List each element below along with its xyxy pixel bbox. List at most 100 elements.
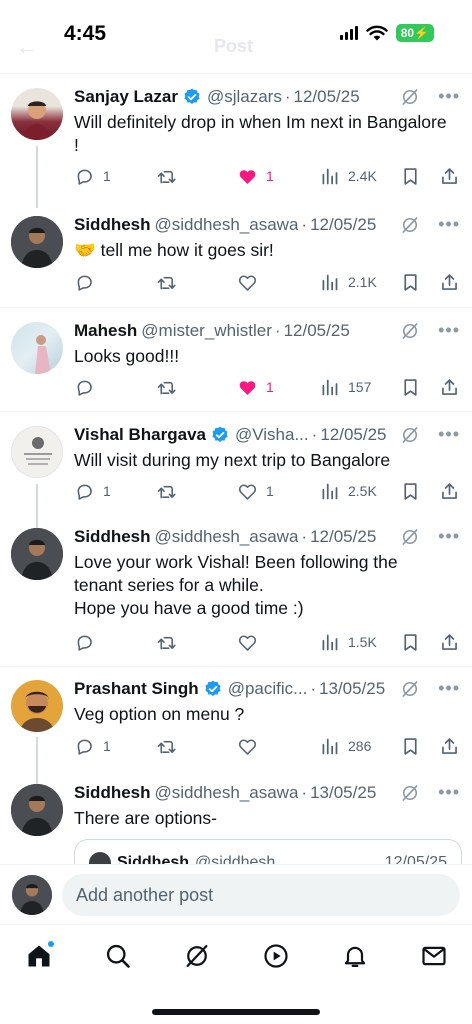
tab-notifications[interactable] [338, 939, 372, 973]
like-count: 1 [266, 483, 274, 499]
tab-search[interactable] [101, 939, 135, 973]
grok-icon[interactable] [400, 215, 420, 235]
share-button[interactable] [439, 479, 460, 503]
author-handle[interactable]: @pacific... [228, 679, 308, 699]
views-button[interactable]: 2.5K [319, 479, 377, 503]
author-handle[interactable]: @mister_whistler [141, 321, 272, 341]
author-handle[interactable]: @siddhesh_asawa [155, 527, 299, 547]
reply-button[interactable] [74, 270, 95, 294]
more-options-icon[interactable]: ••• [438, 678, 460, 699]
repost-button[interactable] [156, 630, 177, 654]
share-button[interactable] [439, 630, 460, 654]
post-prashant-singh[interactable]: Prashant Singh @pacific... · 13/05/25 ••… [0, 667, 472, 791]
avatar[interactable] [11, 426, 63, 478]
views-button[interactable]: 2.4K [319, 164, 377, 188]
author-name[interactable]: Prashant Singh [74, 679, 199, 699]
avatar[interactable] [11, 528, 63, 580]
repost-button[interactable] [156, 164, 177, 188]
reply-button[interactable] [74, 630, 95, 654]
avatar[interactable] [11, 88, 63, 140]
repost-icon [156, 272, 177, 293]
avatar[interactable] [11, 216, 63, 268]
author-handle[interactable]: @Visha... [235, 425, 309, 445]
more-options-icon[interactable]: ••• [438, 526, 460, 547]
repost-button[interactable] [156, 375, 177, 399]
add-post-input[interactable] [62, 874, 460, 916]
author-name[interactable]: Vishal Bhargava [74, 425, 206, 445]
grok-icon[interactable] [400, 527, 420, 547]
bookmark-button[interactable] [400, 734, 421, 758]
like-button[interactable] [237, 270, 258, 294]
more-options-icon[interactable]: ••• [438, 424, 460, 445]
share-button[interactable] [439, 270, 460, 294]
reply-icon [74, 166, 95, 187]
repost-button[interactable] [156, 734, 177, 758]
bookmark-button[interactable] [400, 479, 421, 503]
like-button[interactable]: 1 [237, 479, 274, 503]
grok-icon[interactable] [400, 425, 420, 445]
grok-icon[interactable] [400, 783, 420, 803]
share-button[interactable] [439, 734, 460, 758]
more-options-icon[interactable]: ••• [438, 86, 460, 107]
bookmark-button[interactable] [400, 630, 421, 654]
views-button[interactable]: 157 [319, 375, 371, 399]
author-name[interactable]: Siddhesh [74, 215, 151, 235]
video-icon [264, 944, 288, 968]
author-handle[interactable]: @siddhesh_asawa [155, 215, 299, 235]
like-button[interactable] [237, 630, 258, 654]
more-options-icon[interactable]: ••• [438, 782, 460, 803]
like-button[interactable]: 1 [237, 164, 274, 188]
back-arrow-icon[interactable]: ← [16, 34, 38, 60]
grok-icon[interactable] [400, 679, 420, 699]
quoted-post-card[interactable]: Siddhesh @siddhesh... 12/05/25 [74, 839, 462, 864]
post-mahesh[interactable]: Mahesh @mister_whistler · 12/05/25 ••• L… [0, 308, 472, 412]
notification-dot [47, 940, 55, 948]
reply-button[interactable]: 1 [74, 479, 111, 503]
status-time: 4:45 [64, 22, 107, 45]
avatar[interactable] [11, 784, 63, 836]
like-button[interactable] [237, 734, 258, 758]
avatar[interactable] [11, 322, 63, 374]
author-name[interactable]: Siddhesh [74, 527, 151, 547]
header-title: Post [214, 36, 254, 56]
author-name[interactable]: Sanjay Lazar [74, 87, 178, 107]
reply-button[interactable]: 1 [74, 734, 111, 758]
avatar[interactable] [11, 680, 63, 732]
bookmark-button[interactable] [400, 164, 421, 188]
post-siddhesh-reply[interactable]: Siddhesh @siddhesh_asawa · 12/05/25 ••• … [0, 212, 472, 308]
share-button[interactable] [439, 164, 460, 188]
post-sanjay-lazar[interactable]: Sanjay Lazar @sjlazars · 12/05/25 ••• Wi… [0, 74, 472, 208]
post-siddhesh-reply[interactable]: Siddhesh @siddhesh_asawa · 12/05/25 ••• … [0, 526, 472, 666]
views-button[interactable]: 286 [319, 734, 371, 758]
grok-icon[interactable] [400, 321, 420, 341]
bookmark-button[interactable] [400, 270, 421, 294]
repost-button[interactable] [156, 270, 177, 294]
author-handle[interactable]: @sjlazars [207, 87, 282, 107]
author-handle[interactable]: @siddhesh_asawa [155, 783, 299, 803]
more-options-icon[interactable]: ••• [438, 214, 460, 235]
tab-video[interactable] [259, 939, 293, 973]
repost-button[interactable] [156, 479, 177, 503]
reply-button[interactable]: 1 [74, 164, 111, 188]
grok-icon[interactable] [400, 87, 420, 107]
post-text: There are options- [74, 808, 217, 828]
views-button[interactable]: 2.1K [319, 270, 377, 294]
reply-button[interactable] [74, 375, 95, 399]
quoted-author-name: Siddhesh [117, 854, 190, 864]
heart-icon [237, 632, 258, 653]
like-button[interactable]: 1 [237, 375, 274, 399]
share-button[interactable] [439, 375, 460, 399]
tab-messages[interactable] [417, 939, 451, 973]
my-avatar[interactable] [12, 875, 52, 915]
post-siddhesh-reply[interactable]: Siddhesh @siddhesh_asawa · 13/05/25 ••• … [0, 781, 472, 864]
tab-grok[interactable] [180, 939, 214, 973]
bookmark-button[interactable] [400, 375, 421, 399]
tab-home[interactable] [22, 939, 56, 973]
views-button[interactable]: 1.5K [319, 630, 377, 654]
post-vishal-bhargava[interactable]: Vishal Bhargava @Visha... · 12/05/25 •••… [0, 412, 472, 536]
author-name[interactable]: Mahesh [74, 321, 137, 341]
replies-feed[interactable]: Sanjay Lazar @sjlazars · 12/05/25 ••• Wi… [0, 74, 472, 864]
repost-icon [156, 481, 177, 502]
author-name[interactable]: Siddhesh [74, 783, 151, 803]
more-options-icon[interactable]: ••• [438, 320, 460, 341]
